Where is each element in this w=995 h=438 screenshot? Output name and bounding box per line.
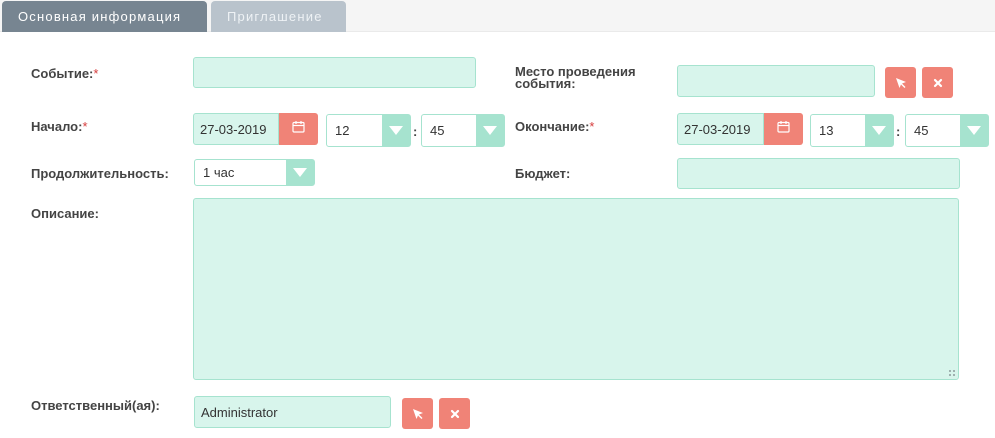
location-label: Место проведения события: bbox=[515, 64, 636, 91]
resize-grip-icon[interactable] bbox=[948, 369, 956, 377]
required-mark: * bbox=[82, 119, 88, 134]
start-date-input[interactable]: 27-03-2019 bbox=[193, 113, 279, 145]
end-date-picker-button[interactable] bbox=[764, 113, 803, 145]
end-minute-select[interactable]: 45 bbox=[905, 114, 989, 147]
start-date-picker-button[interactable] bbox=[279, 113, 318, 145]
duration-select[interactable]: 1 час bbox=[194, 159, 315, 186]
time-separator: : bbox=[413, 124, 418, 139]
time-separator: : bbox=[896, 124, 901, 139]
location-select-button[interactable] bbox=[885, 67, 916, 98]
chevron-down-icon bbox=[960, 115, 988, 146]
chevron-down-icon bbox=[382, 115, 410, 146]
event-label: Событие:* bbox=[31, 66, 99, 81]
start-minute-select[interactable]: 45 bbox=[421, 114, 505, 147]
required-mark: * bbox=[93, 66, 99, 81]
description-label: Описание: bbox=[31, 206, 99, 221]
budget-label: Бюджет: bbox=[515, 166, 571, 181]
start-label: Начало:* bbox=[31, 119, 88, 134]
start-hour-select[interactable]: 12 bbox=[326, 114, 411, 147]
close-x-icon bbox=[450, 409, 460, 419]
calendar-icon bbox=[777, 120, 790, 138]
close-x-icon bbox=[933, 78, 943, 88]
location-clear-button[interactable] bbox=[922, 67, 953, 98]
cursor-arrow-icon bbox=[412, 408, 424, 420]
chevron-down-icon bbox=[865, 115, 893, 146]
tab-bar: Основная информация Приглашение bbox=[0, 0, 995, 32]
assigned-clear-button[interactable] bbox=[439, 398, 470, 429]
end-hour-select[interactable]: 13 bbox=[810, 114, 894, 147]
assigned-user-input[interactable]: Administrator bbox=[194, 396, 391, 428]
description-textarea[interactable] bbox=[193, 198, 959, 380]
budget-input[interactable] bbox=[677, 158, 960, 189]
chevron-down-icon bbox=[476, 115, 504, 146]
location-input[interactable] bbox=[677, 65, 875, 97]
calendar-icon bbox=[292, 120, 305, 138]
end-label: Окончание:* bbox=[515, 119, 595, 134]
required-mark: * bbox=[589, 119, 595, 134]
assigned-label: Ответственный(ая): bbox=[31, 398, 160, 413]
end-date-input[interactable]: 27-03-2019 bbox=[677, 113, 764, 145]
duration-label: Продолжительность: bbox=[31, 166, 169, 181]
tab-main-info[interactable]: Основная информация bbox=[2, 1, 207, 32]
chevron-down-icon bbox=[286, 160, 314, 185]
assigned-select-button[interactable] bbox=[402, 398, 433, 429]
tab-invitation[interactable]: Приглашение bbox=[211, 1, 346, 32]
event-input[interactable] bbox=[193, 57, 476, 88]
cursor-arrow-icon bbox=[895, 77, 907, 89]
